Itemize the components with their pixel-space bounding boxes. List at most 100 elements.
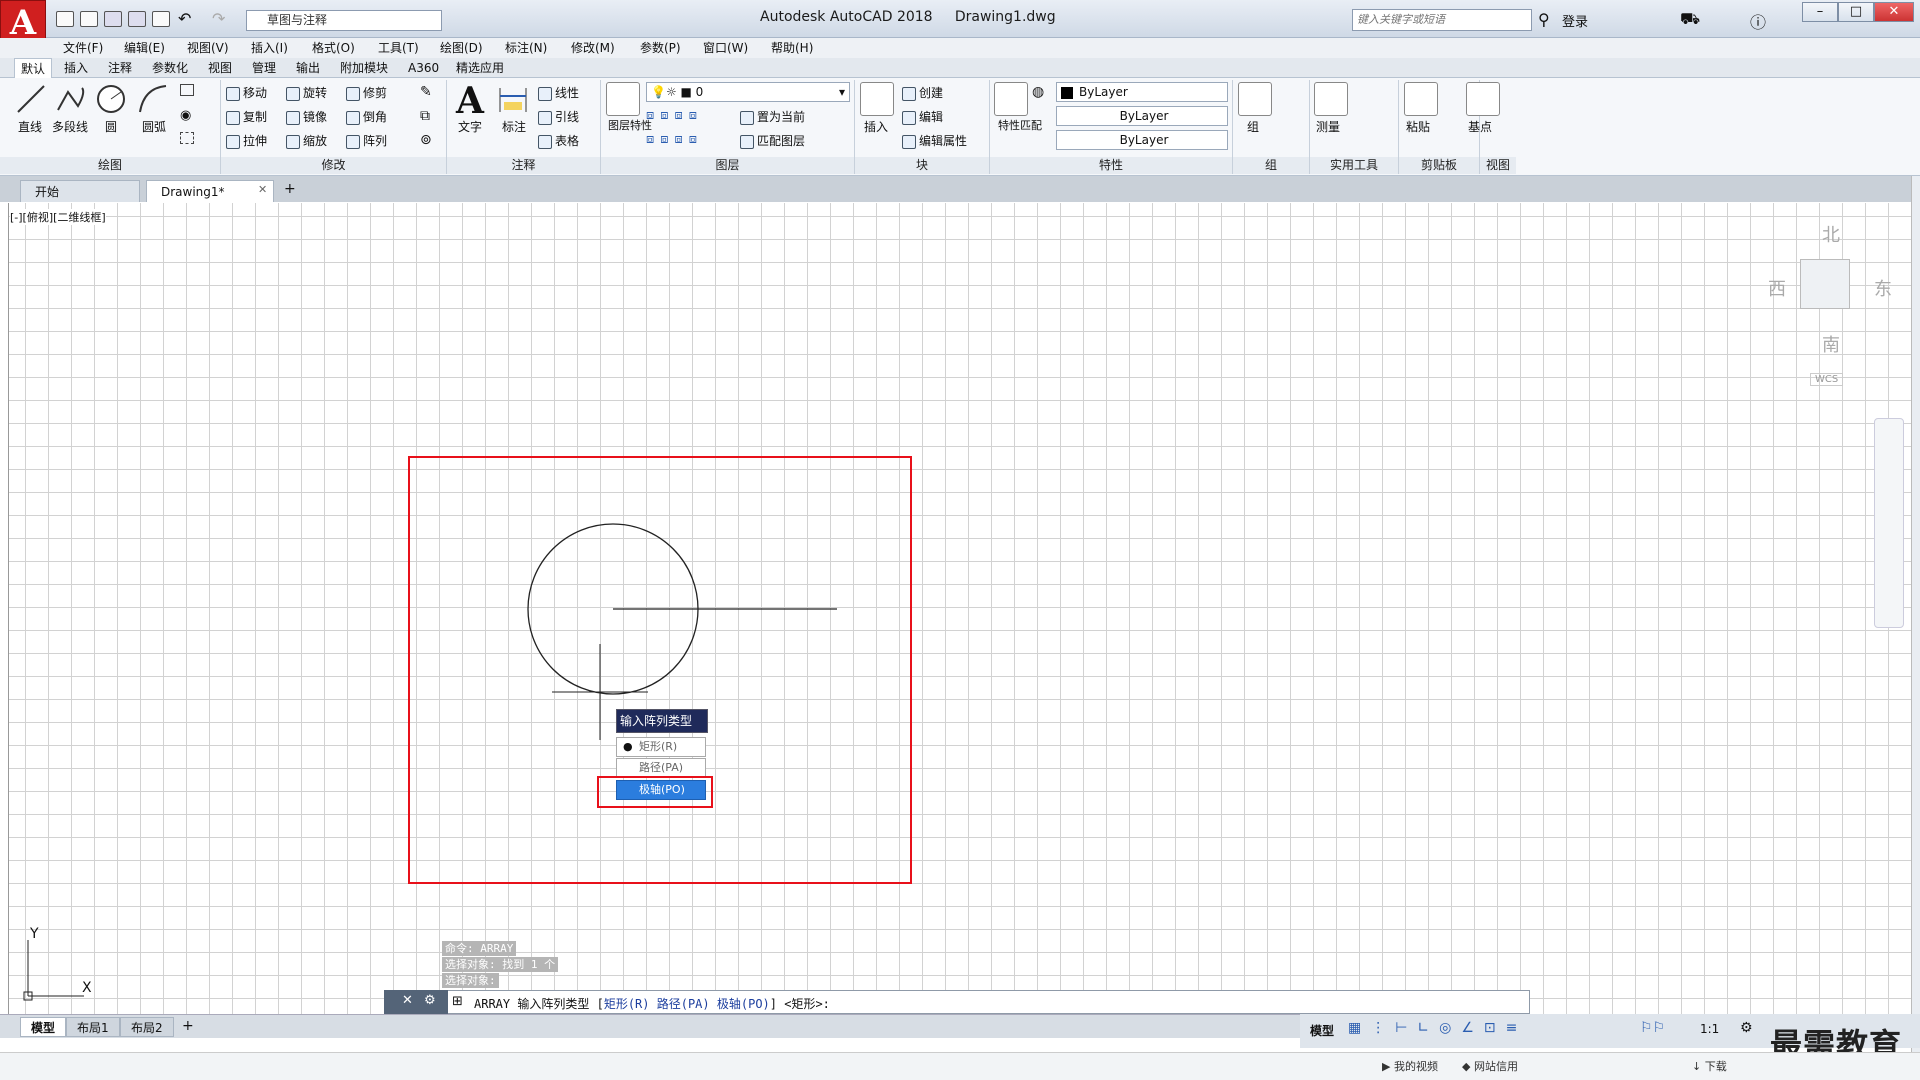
menu-edit[interactable]: 编辑(E) [124,38,165,58]
block-panel-label[interactable]: 块 [855,157,989,174]
search-input[interactable]: 键入关键字或短语 [1352,9,1532,31]
mirror-tool[interactable]: 镜像 [286,108,327,125]
base-label[interactable]: 基点 [1468,118,1492,135]
add-tab-icon[interactable]: + [284,181,296,197]
cmd-option-polar[interactable]: 极轴(PO) [717,997,770,1011]
draw-panel-label[interactable]: 绘图 [0,157,220,174]
layer-props-label[interactable]: 图层特性 [608,118,652,133]
redo-icon[interactable]: ↷ [212,9,225,28]
move-tool[interactable]: 移动 [226,84,267,101]
create-block-tool[interactable]: 创建 [902,84,943,101]
tab-start[interactable]: 开始 [20,180,140,202]
vertical-scrollbar[interactable] [1911,176,1920,1052]
undo-icon[interactable]: ↶ [178,9,191,28]
tab-view[interactable]: 视图 [202,58,238,78]
hatch-icon[interactable]: ◉ [180,108,191,123]
modify-panel-label[interactable]: 修改 [221,157,446,174]
menu-insert[interactable]: 插入(I) [251,38,288,58]
tab-layout2[interactable]: 布局2 [120,1017,174,1037]
polyline-label[interactable]: 多段线 [52,118,88,135]
my-video-link[interactable]: ▶ 我的视频 [1382,1058,1438,1074]
open-icon[interactable] [80,11,98,27]
menu-view[interactable]: 视图(V) [187,38,229,58]
tab-parametric[interactable]: 参数化 [146,58,194,78]
binoculars-icon[interactable]: ⚲ [1538,10,1550,29]
tab-output[interactable]: 输出 [290,58,326,78]
tab-default[interactable]: 默认 [14,58,53,78]
download-link[interactable]: ↓ 下载 [1692,1058,1727,1074]
settings-icon[interactable]: ⚙ [1740,1020,1753,1036]
menu-draw[interactable]: 绘图(D) [440,38,483,58]
maximize-button[interactable]: □ [1838,2,1874,22]
polyline-icon[interactable] [54,82,88,116]
rotate-tool[interactable]: 旋转 [286,84,327,101]
insert-block-icon[interactable] [860,82,894,116]
tab-insert[interactable]: 插入 [58,58,94,78]
tab-drawing1[interactable]: Drawing1* [146,180,274,202]
layers-panel-label[interactable]: 图层 [601,157,854,174]
layer-tools2-icon[interactable]: ⧈⧈⧈⧈ [646,132,703,147]
circle-label[interactable]: 圆 [105,118,117,135]
rectangle-icon[interactable] [180,84,194,96]
viewport-controls[interactable]: [-][俯视][二维线框] [10,209,106,225]
group-icon[interactable] [1238,82,1272,116]
measure-label[interactable]: 测量 [1316,118,1340,135]
tab-featured[interactable]: 精选应用 [450,58,510,78]
match-layer-tool[interactable]: 匹配图层 [740,132,805,149]
viewcube-north[interactable]: 北 [1822,221,1840,247]
group-label[interactable]: 组 [1247,118,1259,135]
viewcube[interactable]: 北 西 东 南 WCS [1768,205,1898,405]
table-tool[interactable]: 表格 [538,132,579,149]
close-tab-icon[interactable]: ✕ [258,183,267,196]
clipboard-panel-label[interactable]: 剪贴板 [1399,157,1479,174]
edit-block-tool[interactable]: 编辑 [902,108,943,125]
saveas-icon[interactable] [128,11,146,27]
layer-tools-icon[interactable]: ⧈⧈⧈⧈ [646,108,703,123]
cmd-option-path[interactable]: 路径(PA) [657,997,710,1011]
view-panel-label[interactable]: 视图 [1480,157,1516,174]
paste-icon[interactable] [1404,82,1438,116]
close-command-icon[interactable]: ✕ [402,993,413,1008]
text-label[interactable]: 文字 [458,118,482,135]
stretch-tool[interactable]: 拉伸 [226,132,267,149]
cart-icon[interactable]: ⛟ [1680,9,1700,30]
drawing-canvas[interactable] [8,203,1911,1018]
scale-selector[interactable]: 1:1 [1700,1022,1719,1036]
viewcube-east[interactable]: 东 [1874,275,1892,301]
workspace-select[interactable]: 草图与注释 [246,10,442,31]
model-space-button[interactable]: 模型 [1310,1022,1334,1039]
print-icon[interactable] [152,11,170,27]
groups-panel-label[interactable]: 组 [1233,157,1309,174]
measure-icon[interactable] [1314,82,1348,116]
explode-icon[interactable]: ⧉ [420,108,430,124]
leader-tool[interactable]: 引线 [538,108,579,125]
offset-icon[interactable]: ⊚ [420,132,432,148]
viewcube-west[interactable]: 西 [1768,275,1786,301]
cmd-option-rect[interactable]: 矩形(R) [604,997,650,1011]
net-credit-link[interactable]: ◆ 网站信用 [1462,1058,1518,1074]
scale-tool[interactable]: 缩放 [286,132,327,149]
color-wheel-icon[interactable]: ◍ [1032,84,1044,100]
close-button[interactable]: ✕ [1874,2,1914,22]
viewcube-south[interactable]: 南 [1822,331,1840,357]
annotation-icon[interactable]: ⚐⚐ [1640,1020,1665,1036]
line-icon[interactable] [14,82,48,116]
menu-params[interactable]: 参数(P) [640,38,681,58]
navigation-bar[interactable] [1874,418,1904,628]
help-icon[interactable]: ⓘ [1750,9,1766,33]
annotation-panel-label[interactable]: 注释 [447,157,600,174]
dimension-icon[interactable] [496,82,530,116]
tab-a360[interactable]: A360 [402,58,445,78]
wrench-icon[interactable]: ⚙ [424,993,436,1008]
copy-tool[interactable]: 复制 [226,108,267,125]
menu-tools[interactable]: 工具(T) [378,38,419,58]
text-icon[interactable]: A [456,80,484,122]
linear-tool[interactable]: 线性 [538,84,579,101]
minimize-button[interactable]: – [1802,2,1838,22]
fillet-tool[interactable]: 倒角 [346,108,387,125]
lineweight-dropdown[interactable]: ByLayer [1056,130,1228,150]
match-properties-icon[interactable] [994,82,1028,116]
set-current-tool[interactable]: 置为当前 [740,108,805,125]
menu-help[interactable]: 帮助(H) [771,38,813,58]
edit-attr-tool[interactable]: 编辑属性 [902,132,967,149]
